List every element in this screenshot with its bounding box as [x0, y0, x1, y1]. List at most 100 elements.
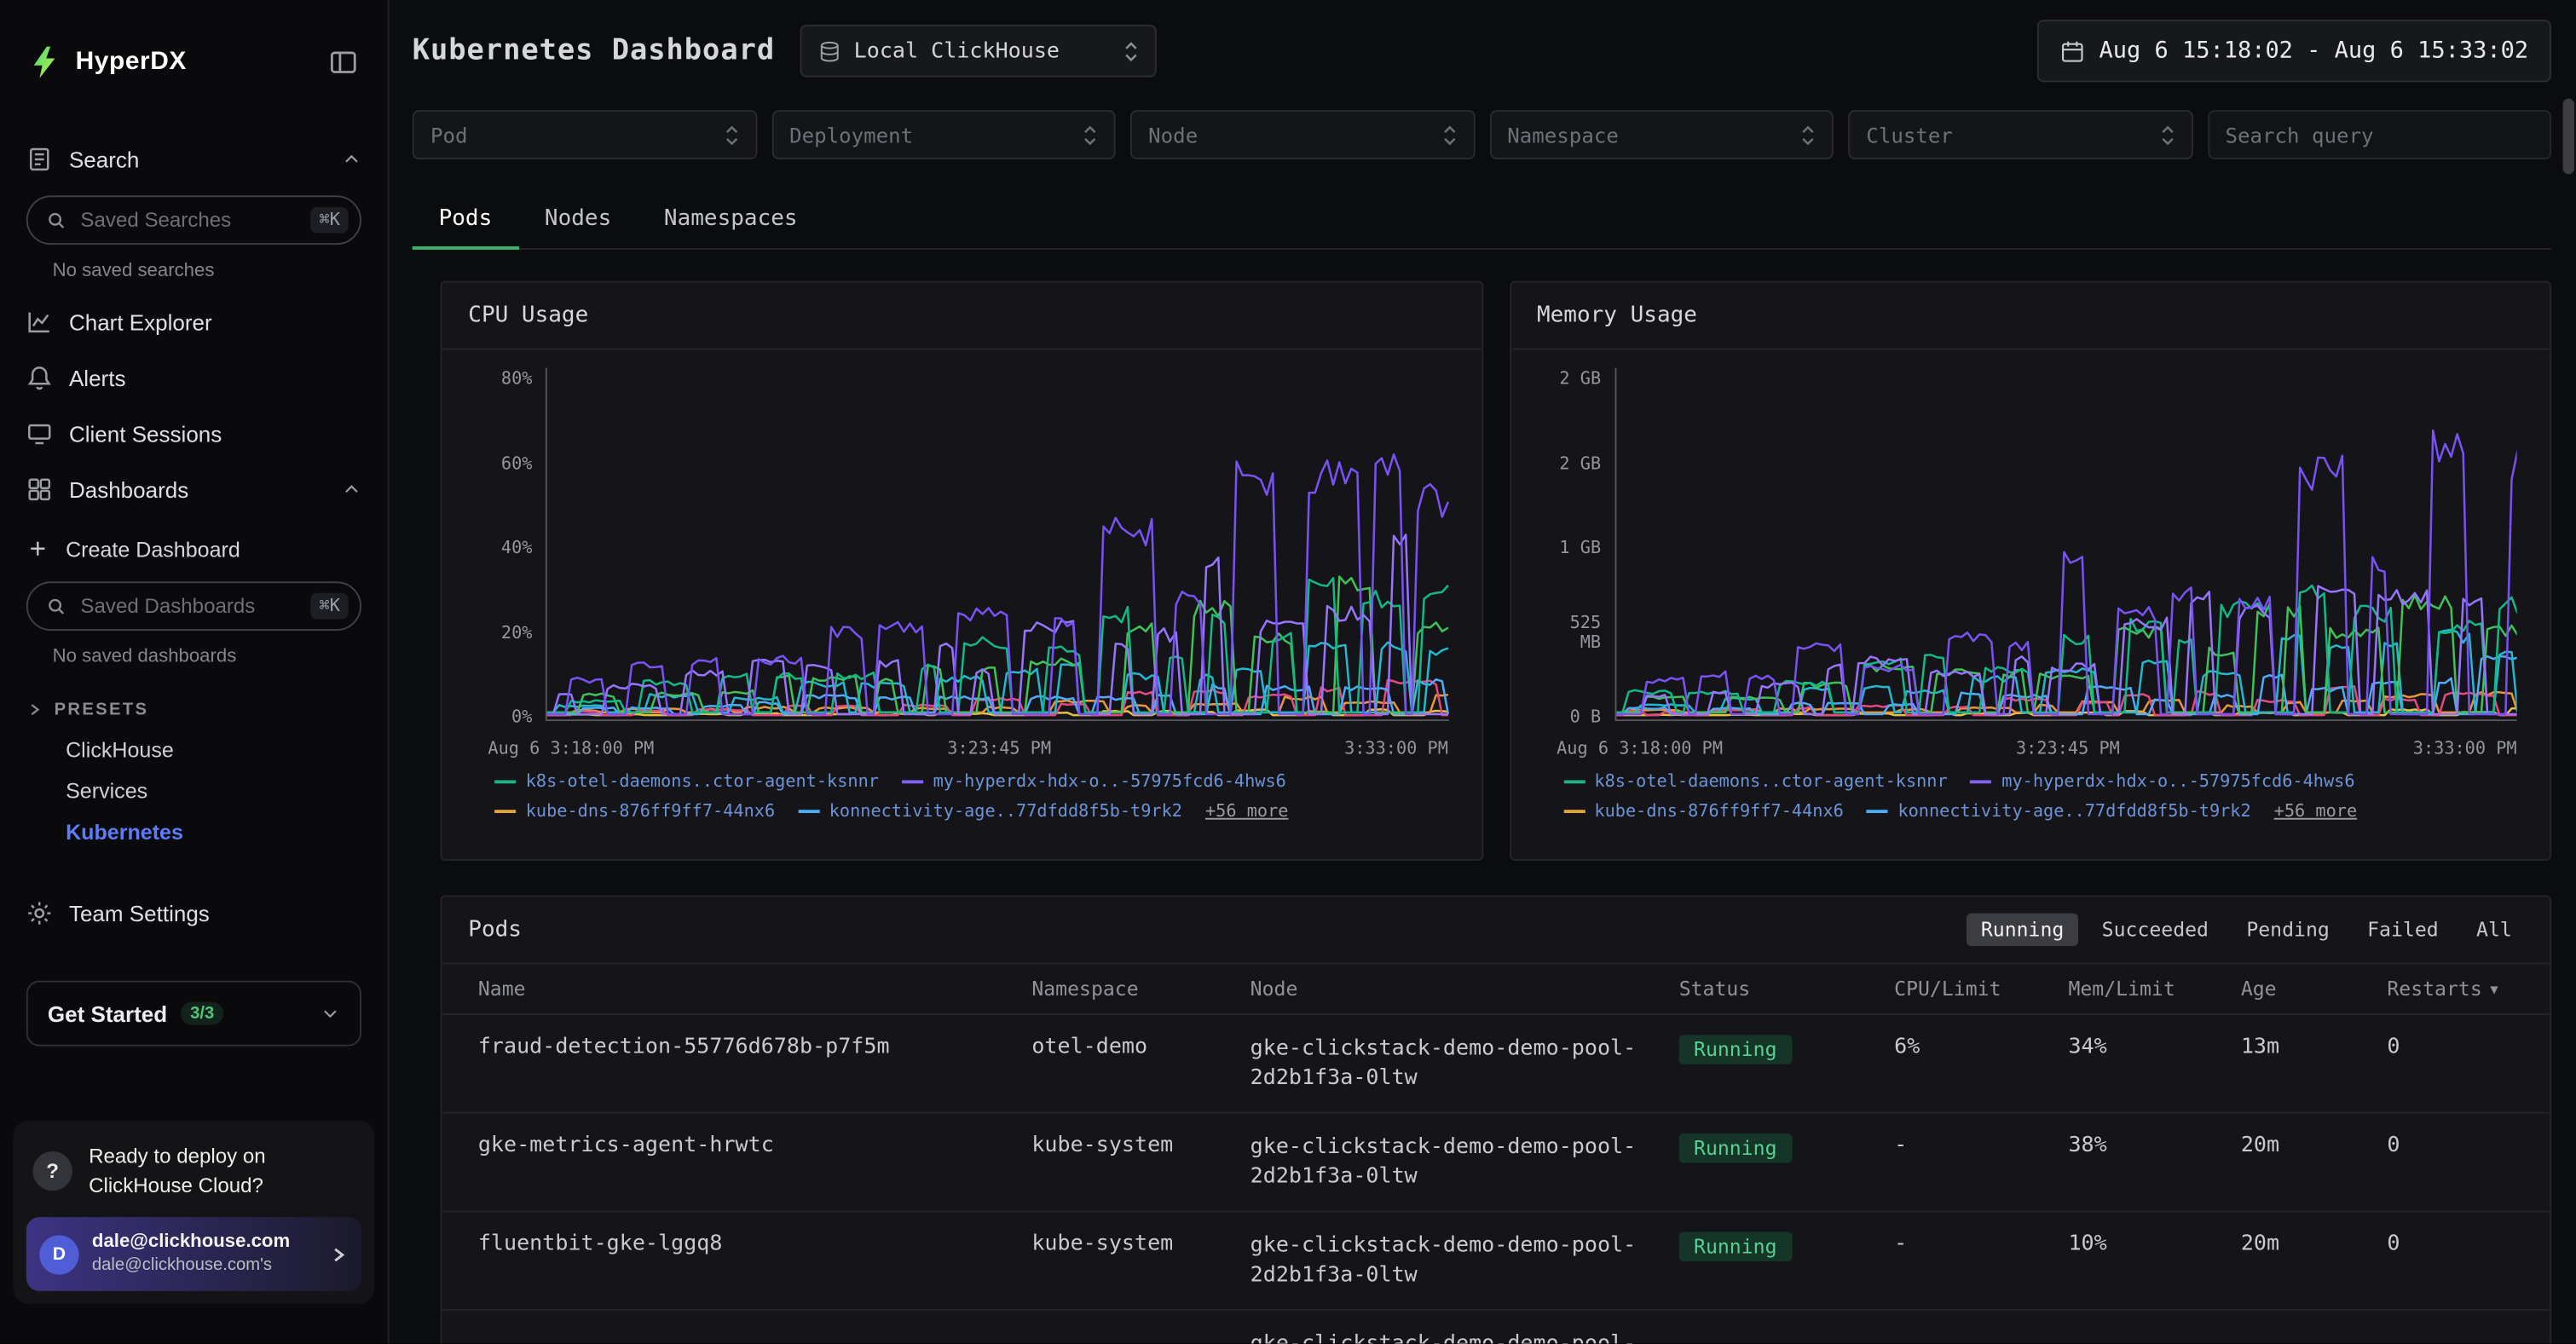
filter-select-pod[interactable]: Pod	[413, 110, 757, 159]
table-row[interactable]: fluentbit-gke-lggq8kube-systemgke-clicks…	[442, 1213, 2550, 1312]
tab-namespaces[interactable]: Namespaces	[638, 193, 823, 250]
cell-age: 20m	[2241, 1232, 2388, 1290]
date-range-picker[interactable]: Aug 6 15:18:02 - Aug 6 15:33:02	[2036, 20, 2551, 82]
x-axis-tick: 3:23:45 PM	[2016, 739, 2120, 759]
sidebar-item-search[interactable]: Search	[26, 131, 361, 187]
legend-item[interactable]: my-hyperdx-hdx-o..-57975fcd6-4hws6	[1971, 772, 2355, 792]
column-header-cpu-limit[interactable]: CPU/Limit	[1894, 978, 2068, 1001]
legend-pod-link[interactable]: k8s-otel-daemons..ctor-agent-ksnnr	[526, 772, 879, 792]
cell-age	[2241, 1331, 2388, 1344]
y-axis-label: 20%	[442, 623, 532, 643]
cell-name: gke-metrics-agent-hrwtc	[478, 1133, 1031, 1191]
legend-pod-link[interactable]: kube-dns-876ff9ff7-44nx6	[526, 802, 775, 822]
legend-item[interactable]: kube-dns-876ff9ff7-44nx6	[494, 802, 775, 822]
cell-name	[478, 1331, 1031, 1344]
legend-pod-link[interactable]: my-hyperdx-hdx-o..-57975fcd6-4hws6	[933, 772, 1286, 792]
filter-select-namespace[interactable]: Namespace	[1489, 110, 1834, 159]
presets-toggle[interactable]: PRESETS	[26, 689, 361, 729]
status-filter-pending[interactable]: Pending	[2232, 914, 2344, 947]
filter-select-value: Pod	[430, 123, 468, 147]
sidebar-collapse-button[interactable]	[326, 44, 361, 80]
tab-nodes[interactable]: Nodes	[518, 193, 638, 250]
get-started-progress-badge: 3/3	[181, 1002, 224, 1025]
source-select[interactable]: Local ClickHouse	[800, 25, 1156, 78]
legend-item[interactable]: my-hyperdx-hdx-o..-57975fcd6-4hws6	[902, 772, 1286, 792]
pods-panel-title: Pods	[468, 916, 522, 943]
status-filter-group: RunningSucceeded Pending Failed All	[1967, 914, 2527, 947]
column-header-name[interactable]: Name	[478, 978, 1031, 1001]
legend-pod-link[interactable]: k8s-otel-daemons..ctor-agent-ksnnr	[1594, 772, 1947, 792]
chart-plot-area	[1614, 368, 2517, 721]
status-filter-all[interactable]: All	[2462, 914, 2527, 947]
no-saved-dashboards-text: No saved dashboards	[53, 647, 361, 666]
filter-select-node[interactable]: Node	[1130, 110, 1475, 159]
no-saved-searches-text: No saved searches	[53, 261, 361, 280]
filter-select-cluster[interactable]: Cluster	[1848, 110, 2192, 159]
sidebar-item-kubernetes[interactable]: Kubernetes	[26, 811, 361, 852]
legend-item[interactable]: konnectivity-age..77dfdd8f5b-t9rk2	[798, 802, 1182, 822]
status-filter-failed[interactable]: Failed	[2353, 914, 2453, 947]
sidebar-item-label: Dashboards	[69, 477, 188, 502]
x-axis-tick: Aug 6 3:18:00 PM	[1557, 739, 1723, 759]
cpu-usage-chart: 80%60%40%20%0%Aug 6 3:18:00 PM3:23:45 PM…	[442, 350, 1481, 855]
x-axis-labels: Aug 6 3:18:00 PM3:23:45 PM3:33:00 PM	[488, 739, 1448, 759]
cell-mem: 10%	[2068, 1232, 2240, 1290]
legend-item[interactable]: k8s-otel-daemons..ctor-agent-ksnnr	[1563, 772, 1948, 792]
legend-item[interactable]: k8s-otel-daemons..ctor-agent-ksnnr	[494, 772, 879, 792]
sidebar-item-label: Alerts	[69, 366, 126, 390]
sidebar-item-services[interactable]: Services	[26, 770, 361, 811]
sort-desc-icon: ▼	[2490, 982, 2498, 996]
table-row[interactable]: fraud-detection-55776d678b-p7f5motel-dem…	[442, 1015, 2550, 1114]
cell-node: gke-clickstack-demo-demo-pool-2d2b1f3a-0…	[1250, 1133, 1679, 1191]
sidebar-item-chart-explorer[interactable]: Chart Explorer	[26, 294, 361, 350]
monitor-icon	[26, 420, 53, 447]
filter-select-value: Cluster	[1866, 123, 1953, 147]
table-row[interactable]: gke-metrics-agent-hrwtckube-systemgke-cl…	[442, 1114, 2550, 1213]
column-header-namespace[interactable]: Namespace	[1031, 978, 1250, 1001]
column-header-status[interactable]: Status	[1679, 978, 1894, 1001]
legend-pod-link[interactable]: konnectivity-age..77dfdd8f5b-t9rk2	[1897, 802, 2250, 822]
legend-item[interactable]: konnectivity-age..77dfdd8f5b-t9rk2	[1867, 802, 2251, 822]
tab-pods[interactable]: Pods	[413, 193, 518, 250]
column-header-node[interactable]: Node	[1250, 978, 1679, 1001]
legend-pod-link[interactable]: my-hyperdx-hdx-o..-57975fcd6-4hws6	[2001, 772, 2354, 792]
cell-namespace: kube-system	[1031, 1133, 1250, 1191]
chart-legend: k8s-otel-daemons..ctor-agent-ksnnr my-hyp…	[494, 772, 1464, 822]
sidebar-item-clickhouse[interactable]: ClickHouse	[26, 730, 361, 770]
sidebar-item-alerts[interactable]: Alerts	[26, 350, 361, 407]
legend-more-link[interactable]: +56 more	[2274, 802, 2357, 822]
search-query-input[interactable]	[2207, 110, 2551, 159]
presets-label: PRESETS	[55, 700, 149, 719]
legend-more-link[interactable]: +56 more	[1205, 802, 1288, 822]
column-header-age[interactable]: Age	[2241, 978, 2388, 1001]
sidebar-item-dashboards[interactable]: Dashboards	[26, 462, 361, 518]
scrollbar-thumb[interactable]	[2563, 99, 2574, 175]
column-header-mem-limit[interactable]: Mem/Limit	[2068, 978, 2240, 1001]
create-dashboard-button[interactable]: Create Dashboard	[26, 524, 361, 574]
column-header-restarts[interactable]: Restarts▼	[2387, 978, 2523, 1001]
filter-select-deployment[interactable]: Deployment	[771, 110, 1116, 159]
user-menu[interactable]: D dale@clickhouse.com dale@clickhouse.co…	[26, 1218, 361, 1291]
cell-age: 13m	[2241, 1035, 2388, 1093]
legend-pod-link[interactable]: kube-dns-876ff9ff7-44nx6	[1594, 802, 1843, 822]
sidebar-item-team-settings[interactable]: Team Settings	[26, 885, 361, 942]
saved-dashboards-input[interactable]: Saved Dashboards ⌘K	[26, 581, 361, 631]
cell-age: 20m	[2241, 1133, 2388, 1191]
legend-pod-link[interactable]: konnectivity-age..77dfdd8f5b-t9rk2	[829, 802, 1182, 822]
cell-namespace: otel-demo	[1031, 1035, 1250, 1093]
chevron-right-icon	[26, 701, 43, 718]
saved-searches-input[interactable]: Saved Searches ⌘K	[26, 195, 361, 245]
get-started-button[interactable]: Get Started 3/3	[26, 981, 361, 1047]
legend-item[interactable]: kube-dns-876ff9ff7-44nx6	[1563, 802, 1844, 822]
cloud-prompt: Ready to deploy on ClickHouse Cloud?	[89, 1142, 266, 1202]
user-org: dale@clickhouse.com's	[92, 1255, 290, 1278]
pods-panel: Pods RunningSucceeded Pending Failed All Na…	[441, 895, 2552, 1343]
y-axis-label: 2 GB	[1510, 369, 1601, 389]
table-row[interactable]: gke-clickstack-demo-demo-pool-2d2b1f3a-0…	[442, 1312, 2550, 1344]
sidebar-item-client-sessions[interactable]: Client Sessions	[26, 406, 361, 462]
cloud-deploy-help[interactable]: ? Ready to deploy on ClickHouse Cloud?	[26, 1133, 361, 1218]
table-header: NameNamespaceNodeStatusCPU/LimitMem/Limi…	[442, 964, 2550, 1015]
status-filter-running[interactable]: Running	[1967, 914, 2079, 947]
cell-cpu: -	[1894, 1232, 2068, 1290]
status-filter-succeeded[interactable]: Succeeded	[2087, 914, 2223, 947]
